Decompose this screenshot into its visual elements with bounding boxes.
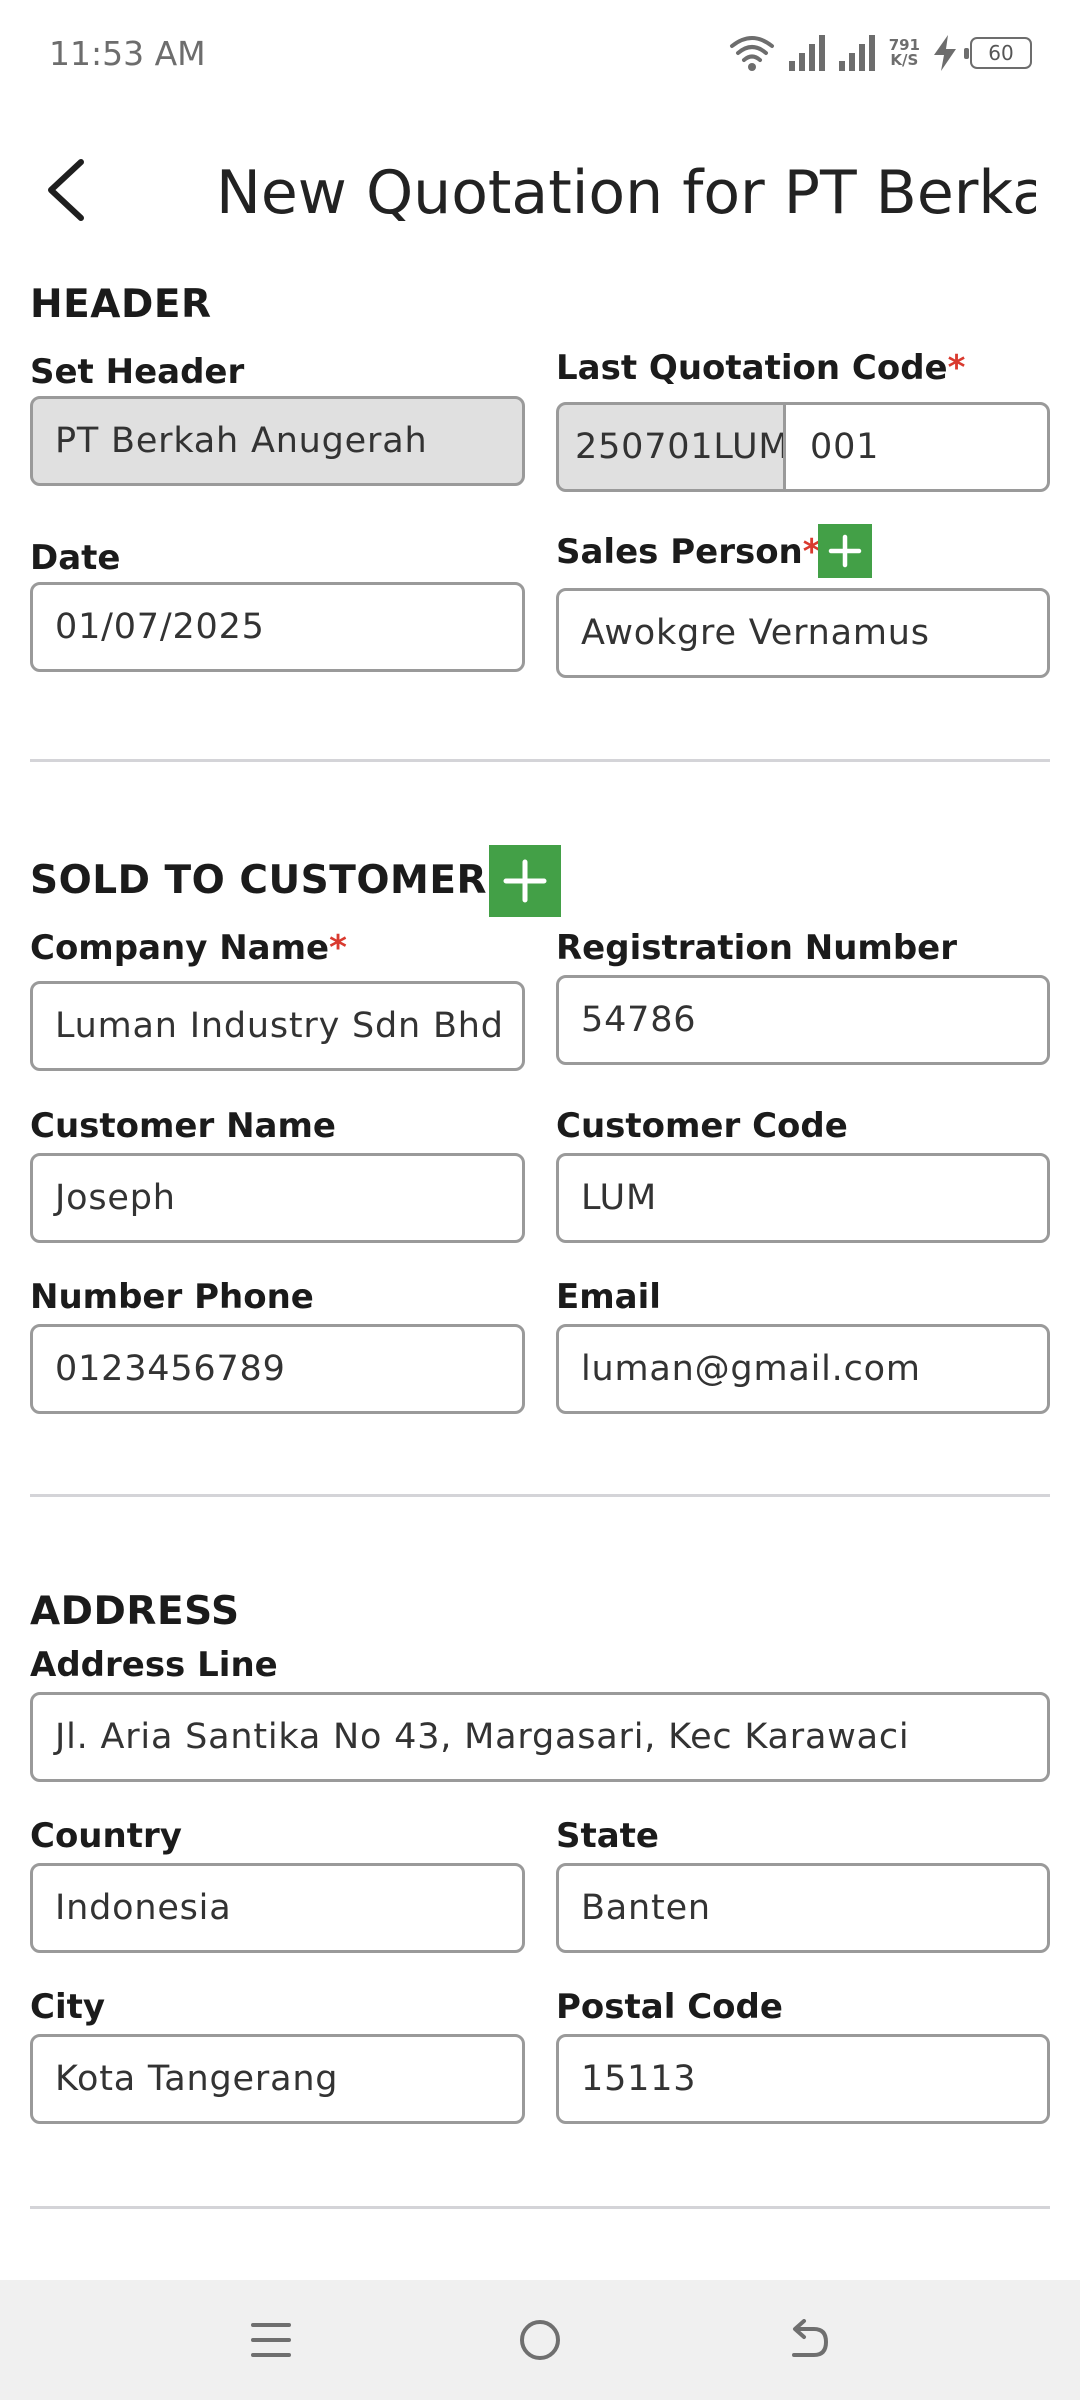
back-icon [792,2319,829,2357]
email-label: Email [556,1277,661,1317]
signal-icon [838,35,875,71]
state-field[interactable]: Banten [556,1863,1050,1953]
add-customer-button[interactable] [489,845,561,917]
last-quotation-label-text: Last Quotation Code [556,348,948,388]
signal-icon [788,35,825,71]
date-label: Date [30,538,121,578]
menu-icon [251,2323,291,2357]
battery-icon: 60 [964,37,1032,69]
set-header-field[interactable]: PT Berkah Anugerah [30,396,525,486]
header-section-title: HEADER [30,282,212,327]
status-time: 11:53 AM [49,34,206,73]
system-nav-bar [0,2280,1080,2400]
postal-code-field[interactable]: 15113 [556,2034,1050,2124]
registration-number-label: Registration Number [556,928,957,968]
city-field[interactable]: Kota Tangerang [30,2034,525,2124]
menu-button[interactable] [241,2310,301,2370]
required-marker: * [329,928,347,968]
back-arrow-icon [48,159,84,221]
add-sales-person-button[interactable] [818,524,872,578]
home-button[interactable] [510,2310,570,2370]
customer-code-field[interactable]: LUM [556,1153,1050,1243]
customer-section-title: SOLD TO CUSTOMER [30,858,487,903]
customer-name-field[interactable]: Joseph [30,1153,525,1243]
divider [30,2206,1050,2209]
phone-field[interactable]: 0123456789 [30,1324,525,1414]
battery-level: 60 [988,41,1014,65]
company-name-label: Company Name* [30,928,347,968]
network-speed-unit: K/S [890,51,919,69]
customer-name-label: Customer Name [30,1106,336,1146]
quotation-prefix-field: 250701LUM [556,402,786,492]
date-field[interactable]: 01/07/2025 [30,582,525,672]
phone-label: Number Phone [30,1277,314,1317]
nav-back-button[interactable] [779,2310,839,2370]
plus-icon [828,534,862,568]
city-label: City [30,1987,106,2027]
last-quotation-label: Last Quotation Code* [556,348,965,388]
email-field[interactable]: luman@gmail.com [556,1324,1050,1414]
back-button[interactable] [30,150,100,230]
sales-person-label-text: Sales Person [556,532,803,572]
country-label: Country [30,1816,182,1856]
divider [30,1494,1050,1497]
network-speed: 791 K/S [889,38,920,68]
sales-person-field[interactable]: Awokgre Vernamus [556,588,1050,678]
company-name-field[interactable]: Luman Industry Sdn Bhd [30,981,525,1071]
status-icons: 791 K/S 60 [729,30,1032,76]
plus-icon [503,859,547,903]
page-title: New Quotation for PT Berka... [216,158,1036,228]
state-label: State [556,1816,659,1856]
sales-person-label: Sales Person* [556,532,821,572]
wifi-icon [729,36,774,71]
customer-code-label: Customer Code [556,1106,848,1146]
divider [30,759,1050,762]
country-field[interactable]: Indonesia [30,1863,525,1953]
set-header-label: Set Header [30,352,245,392]
address-line-label: Address Line [30,1645,278,1685]
registration-number-field[interactable]: 54786 [556,975,1050,1065]
required-marker: * [947,348,966,388]
home-icon [520,2320,560,2360]
company-name-label-text: Company Name [30,928,330,968]
charging-icon [934,35,956,71]
address-line-field[interactable]: Jl. Aria Santika No 43, Margasari, Kec K… [30,1692,1050,1782]
quotation-number-field[interactable]: 001 [783,402,1050,492]
address-section-title: ADDRESS [30,1589,240,1634]
postal-code-label: Postal Code [556,1987,783,2027]
